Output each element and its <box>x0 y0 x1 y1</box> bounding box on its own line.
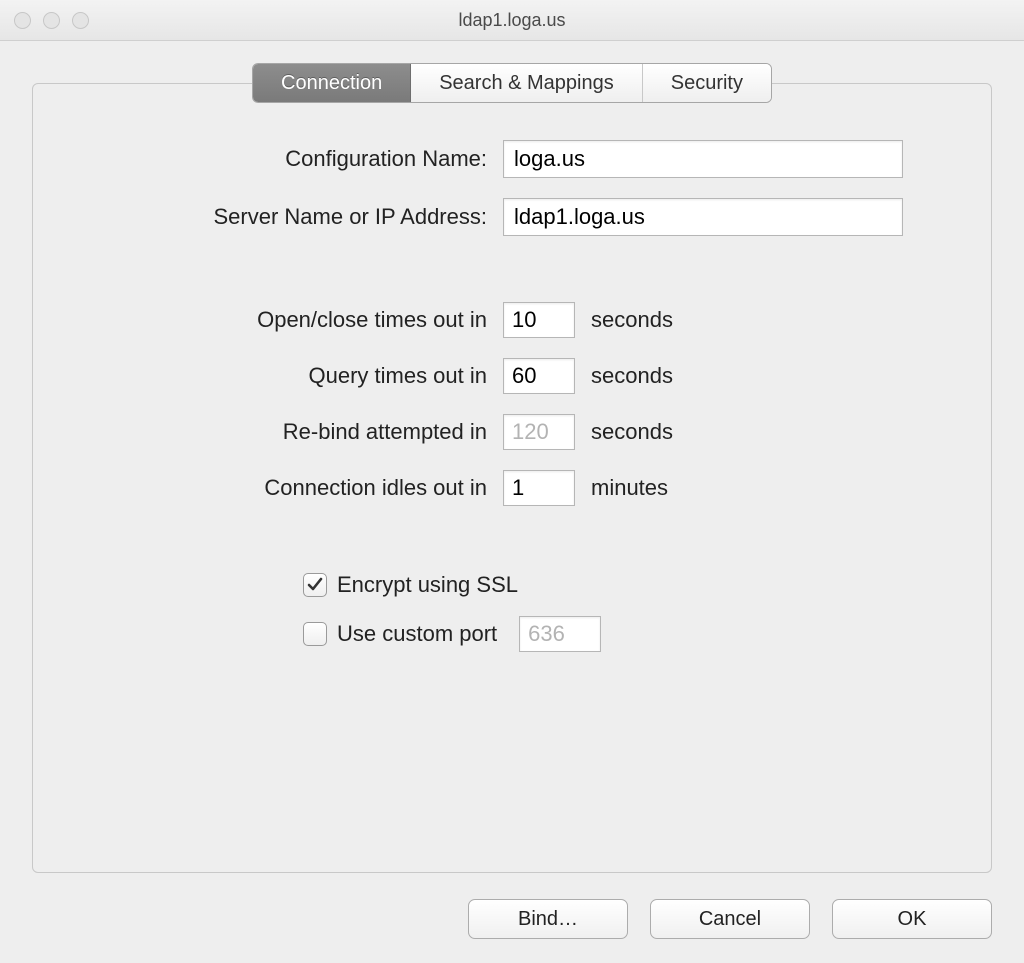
cancel-button[interactable]: Cancel <box>650 899 810 939</box>
idle-label: Connection idles out in <box>103 475 503 501</box>
tab-security-label: Security <box>671 72 743 95</box>
tab-search-mappings-label: Search & Mappings <box>439 72 614 95</box>
query-timeout-input[interactable] <box>503 358 575 394</box>
checkmark-icon <box>307 577 323 593</box>
form-area: Configuration Name: Server Name or IP Ad… <box>33 140 991 652</box>
open-close-label: Open/close times out in <box>103 307 503 333</box>
open-close-input[interactable] <box>503 302 575 338</box>
tab-connection-label: Connection <box>281 72 382 95</box>
zoom-window-button[interactable] <box>72 12 89 29</box>
rebind-unit: seconds <box>591 419 673 445</box>
window-controls <box>14 12 89 29</box>
encrypt-ssl-label: Encrypt using SSL <box>337 572 518 598</box>
tab-strip: Connection Search & Mappings Security <box>252 63 772 103</box>
tab-security[interactable]: Security <box>642 64 771 102</box>
idle-input[interactable] <box>503 470 575 506</box>
custom-port-label: Use custom port <box>337 621 497 647</box>
window-body: Connection Search & Mappings Security Co… <box>0 41 1024 963</box>
rebind-input <box>503 414 575 450</box>
idle-unit: minutes <box>591 475 668 501</box>
minimize-window-button[interactable] <box>43 12 60 29</box>
close-window-button[interactable] <box>14 12 31 29</box>
server-name-label: Server Name or IP Address: <box>103 204 503 230</box>
open-close-unit: seconds <box>591 307 673 333</box>
titlebar: ldap1.loga.us <box>0 0 1024 41</box>
footer-buttons: Bind… Cancel OK <box>32 873 992 939</box>
config-name-label: Configuration Name: <box>103 146 503 172</box>
query-timeout-label: Query times out in <box>103 363 503 389</box>
encrypt-ssl-checkbox[interactable] <box>303 573 327 597</box>
tab-connection[interactable]: Connection <box>253 64 410 102</box>
config-name-input[interactable] <box>503 140 903 178</box>
rebind-label: Re-bind attempted in <box>103 419 503 445</box>
custom-port-checkbox[interactable] <box>303 622 327 646</box>
tab-panel: Connection Search & Mappings Security Co… <box>32 83 992 873</box>
bind-button[interactable]: Bind… <box>468 899 628 939</box>
query-timeout-unit: seconds <box>591 363 673 389</box>
window-title: ldap1.loga.us <box>0 10 1024 31</box>
ok-button[interactable]: OK <box>832 899 992 939</box>
server-name-input[interactable] <box>503 198 903 236</box>
tab-search-mappings[interactable]: Search & Mappings <box>410 64 642 102</box>
custom-port-input <box>519 616 601 652</box>
